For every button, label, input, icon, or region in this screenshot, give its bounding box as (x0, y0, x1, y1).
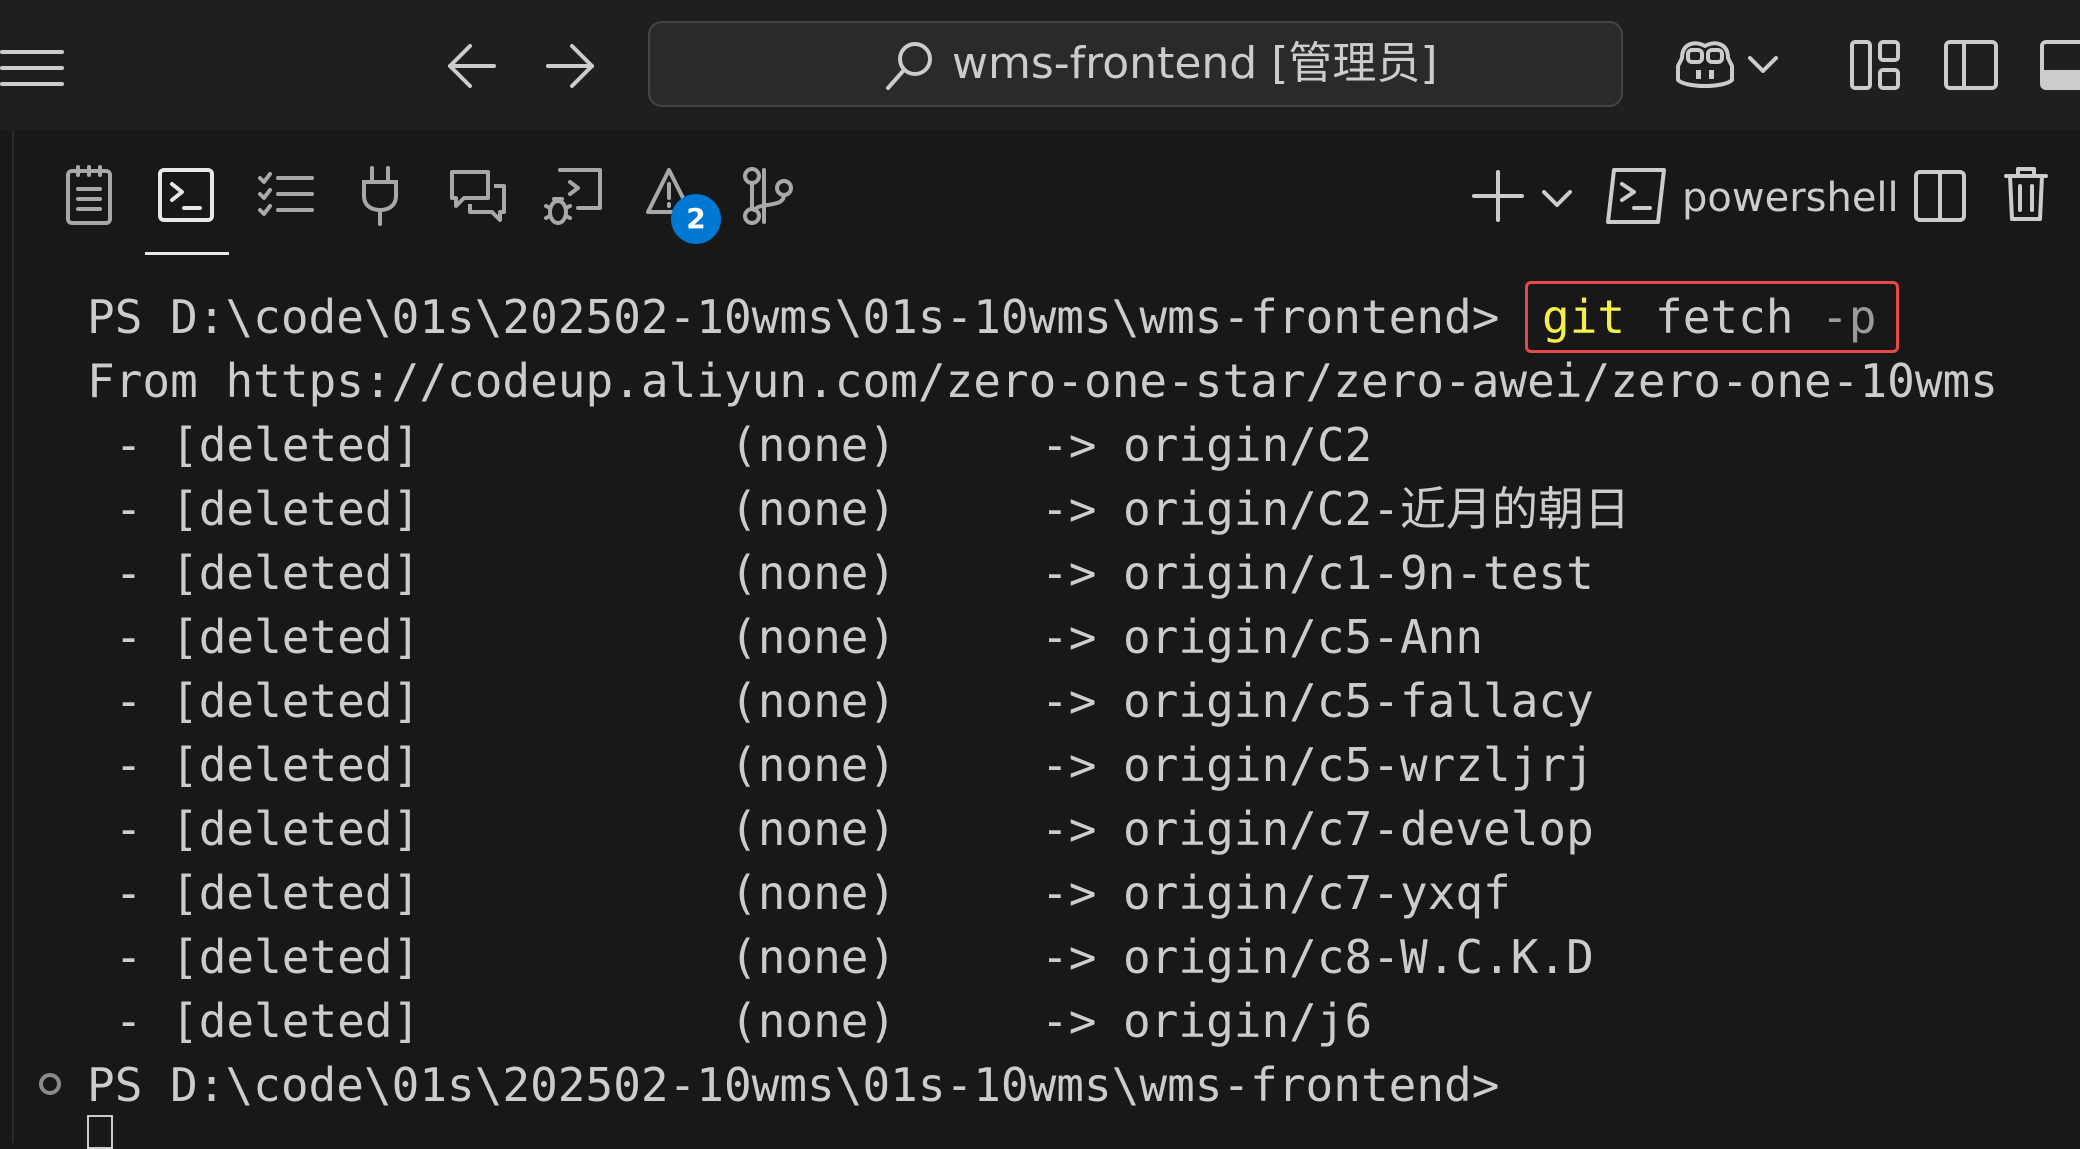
row-marker: - (87, 738, 171, 792)
terminal-output[interactable]: PS D:\code\01s\202502-10wms\01s-10wms\wm… (0, 0, 2080, 1149)
row-arrow: -> (1041, 930, 1097, 984)
row-status: [deleted] (171, 674, 421, 728)
row-source: (none) (730, 930, 897, 984)
row-status: [deleted] (171, 482, 421, 536)
row-marker: - (87, 802, 171, 856)
row-arrow: -> (1041, 994, 1097, 1048)
row-marker: - (87, 482, 171, 536)
row-marker: - (87, 610, 171, 664)
row-arrow: -> (1041, 738, 1097, 792)
row-ref: origin/c7-develop (1123, 802, 1594, 856)
row-marker: - (87, 418, 171, 472)
row-source: (none) (730, 418, 897, 472)
row-source: (none) (730, 994, 897, 1048)
row-ref: origin/C2 (1123, 418, 1373, 472)
command-highlight-box (1525, 281, 1899, 353)
terminal-command-line: PS D:\code\01s\202502-10wms\01s-10wms\wm… (87, 285, 1876, 349)
row-status: [deleted] (171, 546, 421, 600)
row-arrow: -> (1041, 482, 1097, 536)
row-marker: - (87, 994, 171, 1048)
prompt-text: PS D:\code\01s\202502-10wms\01s-10wms\wm… (87, 290, 1500, 344)
row-status: [deleted] (171, 610, 421, 664)
row-ref: origin/j6 (1123, 994, 1373, 1048)
row-ref: origin/c5-wrzljrj (1123, 738, 1594, 792)
row-arrow: -> (1041, 674, 1097, 728)
row-marker: - (87, 866, 171, 920)
row-ref: origin/c5-Ann (1123, 610, 1484, 664)
row-arrow: -> (1041, 802, 1097, 856)
row-source: (none) (730, 738, 897, 792)
row-source: (none) (730, 674, 897, 728)
terminal-cursor (87, 1115, 113, 1149)
row-source: (none) (730, 610, 897, 664)
row-marker: - (87, 674, 171, 728)
row-ref: origin/c7-yxqf (1123, 866, 1511, 920)
row-source: (none) (730, 866, 897, 920)
row-arrow: -> (1041, 866, 1097, 920)
final-prompt: PS D:\code\01s\202502-10wms\01s-10wms\wm… (87, 1058, 1500, 1112)
row-status: [deleted] (171, 738, 421, 792)
row-marker: - (87, 546, 171, 600)
row-ref: origin/c1-9n-test (1123, 546, 1594, 600)
row-status: [deleted] (171, 866, 421, 920)
row-status: [deleted] (171, 930, 421, 984)
row-source: (none) (730, 482, 897, 536)
row-ref: origin/c5-fallacy (1123, 674, 1594, 728)
row-arrow: -> (1041, 418, 1097, 472)
row-status: [deleted] (171, 994, 421, 1048)
row-arrow: -> (1041, 610, 1097, 664)
row-marker: - (87, 930, 171, 984)
fetch-source-line: From https://codeup.aliyun.com/zero-one-… (87, 354, 1998, 408)
row-ref: origin/c8-W.C.K.D (1123, 930, 1594, 984)
row-source: (none) (730, 802, 897, 856)
row-status: [deleted] (171, 802, 421, 856)
row-ref: origin/C2-近月的朝日 (1123, 482, 1630, 536)
row-status: [deleted] (171, 418, 421, 472)
row-source: (none) (730, 546, 897, 600)
command-status-dot[interactable] (39, 1073, 61, 1095)
row-arrow: -> (1041, 546, 1097, 600)
